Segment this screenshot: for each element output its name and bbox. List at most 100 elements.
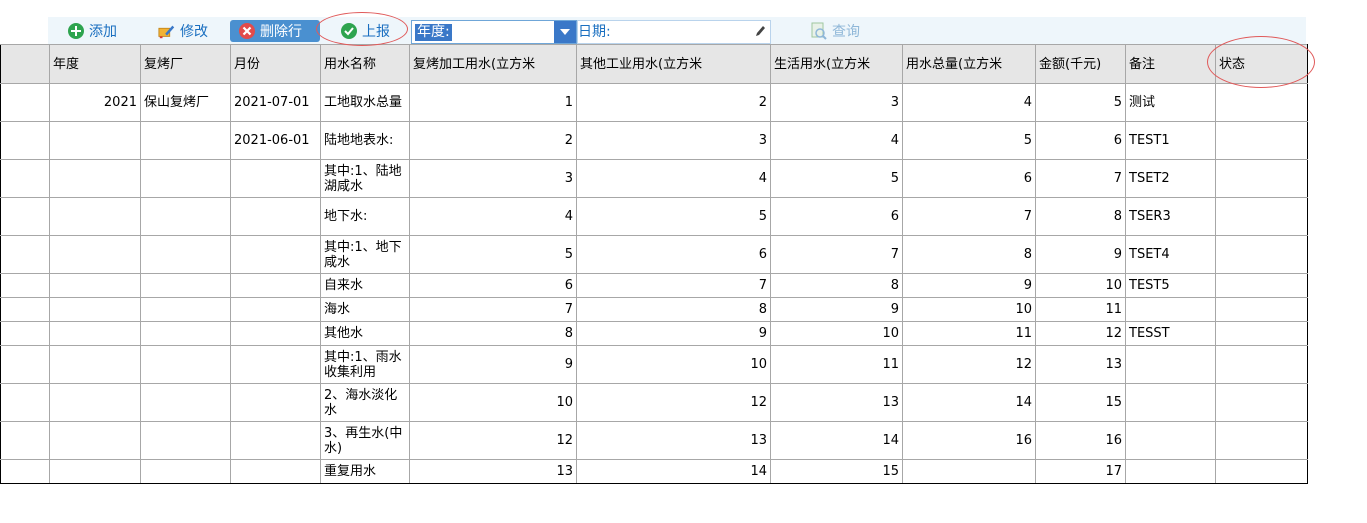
add-button[interactable]: 添加: [67, 20, 117, 42]
table-cell[interactable]: [49, 421, 141, 460]
table-cell[interactable]: 10: [1035, 273, 1126, 298]
table-row[interactable]: 其他水 8 9 10 11 12 TESST: [0, 321, 1308, 346]
table-cell[interactable]: 2021-07-01: [230, 83, 321, 122]
table-cell[interactable]: [1125, 345, 1216, 384]
table-cell[interactable]: [1215, 235, 1308, 274]
year-select[interactable]: 年度:: [411, 20, 577, 44]
table-cell[interactable]: [230, 459, 321, 484]
table-cell[interactable]: [140, 383, 231, 422]
table-cell[interactable]: [1215, 297, 1308, 322]
table-cell[interactable]: [140, 421, 231, 460]
table-cell[interactable]: [49, 121, 141, 160]
table-cell[interactable]: TSET4: [1125, 235, 1216, 274]
table-cell[interactable]: 2、海水淡化水: [320, 383, 410, 422]
table-cell[interactable]: [49, 273, 141, 298]
column-header[interactable]: 年度: [49, 44, 141, 84]
table-cell[interactable]: 其中:1、雨水收集利用: [320, 345, 410, 384]
row-gutter[interactable]: [0, 83, 50, 122]
table-cell[interactable]: 自来水: [320, 273, 410, 298]
row-gutter[interactable]: [0, 197, 50, 236]
table-cell[interactable]: 8: [902, 235, 1036, 274]
table-cell[interactable]: 工地取水总量: [320, 83, 410, 122]
table-cell[interactable]: [230, 345, 321, 384]
table-cell[interactable]: [140, 197, 231, 236]
edit-button[interactable]: 修改: [158, 20, 208, 42]
column-header[interactable]: 用水总量(立方米: [902, 44, 1036, 84]
table-cell[interactable]: 9: [902, 273, 1036, 298]
table-cell[interactable]: 6: [1035, 121, 1126, 160]
table-cell[interactable]: 7: [576, 273, 771, 298]
table-cell[interactable]: 15: [770, 459, 903, 484]
table-cell[interactable]: 11: [770, 345, 903, 384]
table-cell[interactable]: 7: [770, 235, 903, 274]
row-gutter[interactable]: [0, 459, 50, 484]
row-gutter[interactable]: [0, 121, 50, 160]
table-cell[interactable]: 2021: [49, 83, 141, 122]
table-cell[interactable]: [140, 121, 231, 160]
column-header[interactable]: 月份: [230, 44, 321, 84]
column-header[interactable]: 用水名称: [320, 44, 410, 84]
date-field[interactable]: 日期:: [577, 20, 771, 44]
table-cell[interactable]: 其他水: [320, 321, 410, 346]
table-cell[interactable]: 6: [409, 273, 577, 298]
table-cell[interactable]: [49, 459, 141, 484]
table-cell[interactable]: 保山复烤厂: [140, 83, 231, 122]
table-cell[interactable]: 7: [1035, 159, 1126, 198]
table-row[interactable]: 自来水 6 7 8 9 10 TEST5: [0, 273, 1308, 298]
table-cell[interactable]: 2: [409, 121, 577, 160]
table-cell[interactable]: 6: [576, 235, 771, 274]
table-cell[interactable]: 9: [770, 297, 903, 322]
table-cell[interactable]: 10: [576, 345, 771, 384]
table-cell[interactable]: 海水: [320, 297, 410, 322]
table-cell[interactable]: 3: [770, 83, 903, 122]
table-cell[interactable]: 5: [770, 159, 903, 198]
chevron-down-icon[interactable]: [554, 21, 576, 43]
table-cell[interactable]: [230, 297, 321, 322]
table-cell[interactable]: 11: [1035, 297, 1126, 322]
table-cell[interactable]: [140, 297, 231, 322]
table-cell[interactable]: 地下水:: [320, 197, 410, 236]
table-cell[interactable]: [230, 383, 321, 422]
table-cell[interactable]: 1: [409, 83, 577, 122]
table-cell[interactable]: 15: [1035, 383, 1126, 422]
table-cell[interactable]: [230, 321, 321, 346]
row-gutter[interactable]: [0, 383, 50, 422]
table-cell[interactable]: [49, 235, 141, 274]
table-cell[interactable]: [1215, 345, 1308, 384]
table-cell[interactable]: 12: [409, 421, 577, 460]
table-cell[interactable]: 10: [902, 297, 1036, 322]
table-cell[interactable]: TESST: [1125, 321, 1216, 346]
table-cell[interactable]: 13: [576, 421, 771, 460]
table-cell[interactable]: 12: [1035, 321, 1126, 346]
table-cell[interactable]: 4: [576, 159, 771, 198]
table-cell[interactable]: 12: [576, 383, 771, 422]
table-cell[interactable]: [49, 159, 141, 198]
table-row[interactable]: 其中:1、陆地湖咸水 3 4 5 6 7 TSET2: [0, 159, 1308, 198]
column-header[interactable]: 复烤加工用水(立方米: [409, 44, 577, 84]
table-cell[interactable]: 12: [902, 345, 1036, 384]
table-row[interactable]: 2021-06-01 陆地地表水: 2 3 4 5 6 TEST1: [0, 121, 1308, 160]
table-cell[interactable]: [49, 197, 141, 236]
table-cell[interactable]: 14: [902, 383, 1036, 422]
report-button[interactable]: 上报: [340, 20, 390, 42]
delete-row-button[interactable]: 删除行: [230, 20, 320, 42]
table-cell[interactable]: 5: [576, 197, 771, 236]
table-cell[interactable]: [230, 159, 321, 198]
table-cell[interactable]: [230, 197, 321, 236]
table-cell[interactable]: 14: [576, 459, 771, 484]
table-cell[interactable]: [49, 345, 141, 384]
row-gutter[interactable]: [0, 345, 50, 384]
table-cell[interactable]: 3、再生水(中水): [320, 421, 410, 460]
table-cell[interactable]: [230, 421, 321, 460]
table-row[interactable]: 2021 保山复烤厂 2021-07-01 工地取水总量 1 2 3 4 5 测试: [0, 83, 1308, 122]
table-cell[interactable]: [1215, 159, 1308, 198]
table-cell[interactable]: 13: [409, 459, 577, 484]
table-cell[interactable]: 8: [770, 273, 903, 298]
table-cell[interactable]: [140, 345, 231, 384]
table-cell[interactable]: [1125, 383, 1216, 422]
table-cell[interactable]: [1215, 321, 1308, 346]
table-cell[interactable]: 16: [1035, 421, 1126, 460]
row-gutter[interactable]: [0, 297, 50, 322]
table-cell[interactable]: [1215, 459, 1308, 484]
table-cell[interactable]: 5: [902, 121, 1036, 160]
